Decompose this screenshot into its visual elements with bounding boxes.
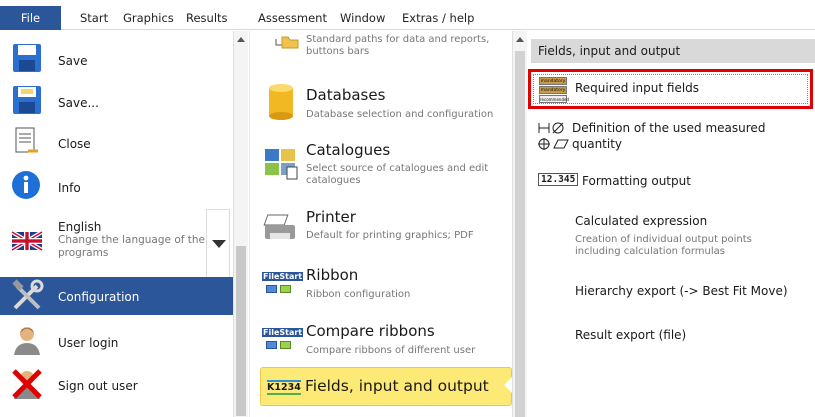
mandatory-badge: mandatory [539, 77, 567, 85]
printer-description: Default for printing graphics; PDF [306, 230, 474, 241]
left-scrollbar[interactable] [233, 31, 248, 417]
tab-window[interactable]: Window [340, 11, 385, 25]
floppy-disk-save-as-icon [13, 86, 41, 114]
fields-input-output-item[interactable]: K1234 Fields, input and output [260, 367, 512, 406]
required-fields-icon: mandatory mandatory recommended [539, 77, 569, 103]
language-label: English [58, 220, 102, 234]
definition-label-line2: quantity [572, 137, 623, 151]
close-document-icon [15, 127, 38, 153]
catalogue-icon [265, 149, 298, 180]
measurement-symbols-icon [538, 122, 569, 150]
catalogues-title: Catalogues [306, 141, 391, 159]
info-item[interactable]: Info [0, 165, 238, 205]
user-login-item[interactable]: User login [0, 321, 238, 361]
catalogues-description: Select source of catalogues and edit cat… [306, 163, 489, 186]
ribbon-icon: FileStart [262, 266, 304, 304]
calculated-label: Calculated expression [575, 214, 708, 228]
scroll-up-arrow-icon[interactable] [237, 37, 245, 42]
catalogues-item[interactable]: Catalogues Select source of catalogues a… [256, 135, 510, 193]
close-item[interactable]: Close [0, 121, 238, 161]
tab-results[interactable]: Results [186, 11, 228, 25]
configuration-submenu: Standard paths for data and reports, but… [249, 31, 511, 417]
tab-extras-help[interactable]: Extras / help [402, 11, 474, 25]
database-icon [269, 84, 293, 120]
active-subitem-indicator [504, 377, 512, 393]
backstage-left-menu: Save Save... Close Info English Change t… [0, 31, 248, 417]
user-login-label: User login [58, 336, 119, 350]
info-icon [12, 171, 40, 199]
mandatory-badge: mandatory [539, 86, 567, 94]
floppy-disk-icon [13, 44, 41, 72]
formatting-output-item[interactable]: 12.345 Formatting output [538, 169, 813, 193]
ribbon-menu-bar: File Start Graphics Results Assessment W… [0, 0, 815, 30]
language-item[interactable]: English Change the language of the progr… [0, 213, 238, 269]
info-label: Info [58, 181, 81, 195]
required-fields-label: Required input fields [575, 81, 700, 95]
definition-measured-quantity-item[interactable]: Definition of the used measured quantity [538, 119, 813, 155]
tab-start[interactable]: Start [80, 11, 108, 25]
sign-out-item[interactable]: Sign out user [0, 367, 238, 407]
close-label: Close [58, 137, 91, 151]
required-input-fields-item[interactable]: mandatory mandatory recommended Required… [528, 69, 813, 109]
compare-ribbons-icon: FileStart [262, 322, 304, 360]
sign-out-user-icon [12, 369, 42, 399]
file-start-icon-text: FileStart [262, 328, 304, 337]
printer-item[interactable]: Printer Default for printing graphics; P… [256, 203, 510, 249]
user-icon [14, 327, 40, 355]
file-start-icon-text: FileStart [262, 272, 304, 281]
printer-icon [263, 214, 295, 239]
fields-title: Fields, input and output [305, 377, 489, 395]
sign-out-label: Sign out user [58, 379, 138, 393]
uk-flag-icon [10, 230, 44, 252]
calculated-description: Creation of individual output points inc… [575, 234, 752, 257]
language-description: Change the language of the programs [58, 234, 206, 259]
tab-graphics[interactable]: Graphics [123, 11, 174, 25]
hierarchy-label: Hierarchy export (-> Best Fit Move) [575, 284, 788, 298]
language-dropdown-button[interactable] [206, 209, 230, 279]
result-export-item[interactable]: Result export (file) [538, 325, 813, 349]
save-item[interactable]: Save [0, 37, 238, 77]
definition-label-line1: Definition of the used measured [572, 121, 766, 135]
file-tab[interactable]: File [0, 6, 61, 30]
compare-ribbons-item[interactable]: FileStart Compare ribbons Compare ribbon… [256, 317, 510, 363]
calculated-expression-item[interactable]: Calculated expression Creation of indivi… [538, 211, 813, 259]
save-as-label: Save... [58, 96, 99, 110]
result-export-label: Result export (file) [575, 328, 687, 342]
databases-description: Database selection and configuration [306, 109, 494, 120]
save-as-item[interactable]: Save... [0, 79, 238, 119]
ribbon-title: Ribbon [306, 266, 359, 284]
databases-item[interactable]: Databases Database selection and configu… [256, 77, 510, 127]
panel-header: Fields, input and output [531, 39, 815, 63]
scrollbar-thumb[interactable] [236, 246, 246, 416]
configuration-label: Configuration [58, 290, 140, 304]
standard-paths-description: Standard paths for data and reports, but… [306, 34, 490, 57]
compare-ribbons-title: Compare ribbons [306, 322, 435, 340]
standard-paths-item[interactable]: Standard paths for data and reports, but… [256, 31, 510, 71]
scrollbar-thumb[interactable] [515, 51, 525, 417]
folder-icon [275, 36, 299, 49]
recommended-badge: recommended [539, 95, 569, 103]
tools-wrench-hammer-icon [12, 279, 44, 310]
ribbon-description: Ribbon configuration [306, 289, 411, 300]
compare-ribbons-description: Compare ribbons of different user [306, 345, 476, 356]
hierarchy-export-item[interactable]: Hierarchy export (-> Best Fit Move) [538, 281, 813, 305]
fields-panel: Fields, input and output mandatory manda… [528, 31, 815, 417]
number-format-icon: 12.345 [538, 173, 579, 186]
databases-title: Databases [306, 86, 386, 104]
printer-title: Printer [306, 208, 356, 226]
save-label: Save [58, 54, 88, 68]
scroll-up-arrow-icon[interactable] [516, 37, 524, 42]
middle-scrollbar[interactable] [512, 31, 527, 417]
k1234-icon: K1234 [267, 380, 301, 395]
formatting-label: Formatting output [582, 174, 691, 188]
ribbon-item[interactable]: FileStart Ribbon Ribbon configuration [256, 261, 510, 307]
configuration-item[interactable]: Configuration [0, 277, 233, 315]
